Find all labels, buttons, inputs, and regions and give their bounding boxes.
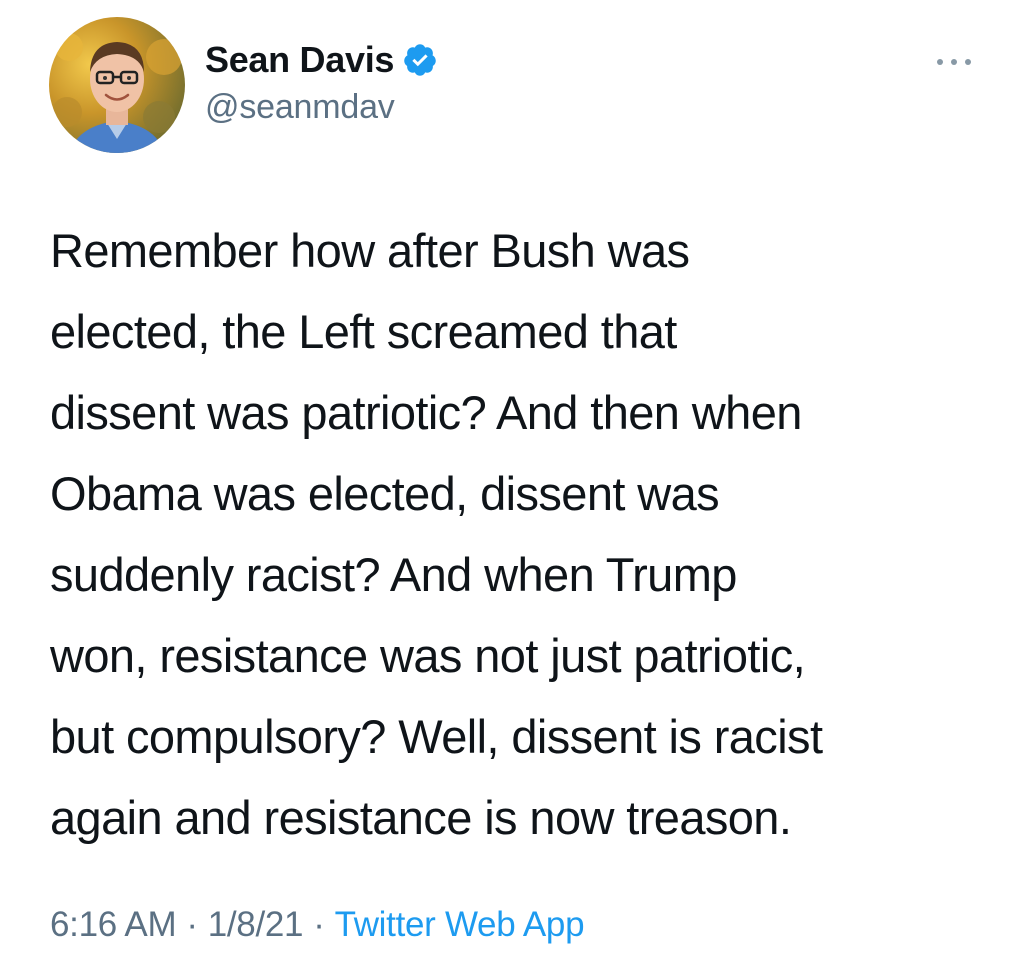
name-row: Sean Davis bbox=[205, 38, 438, 82]
user-handle[interactable]: @seanmdav bbox=[205, 88, 438, 127]
tweet-text-line: Obama was elected, dissent was bbox=[50, 467, 720, 520]
tweet-date[interactable]: 1/8/21 bbox=[208, 905, 304, 944]
user-info: Sean Davis @seanmdav bbox=[205, 38, 438, 127]
tweet-text: Remember how after Bush was elected, the… bbox=[50, 210, 990, 858]
tweet-time[interactable]: 6:16 AM bbox=[50, 905, 177, 944]
meta-separator: · bbox=[186, 905, 198, 944]
more-options-button[interactable] bbox=[930, 50, 978, 74]
meta-separator: · bbox=[313, 905, 325, 944]
verified-badge-icon bbox=[402, 42, 438, 78]
tweet-text-line: dissent was patriotic? And then when bbox=[50, 386, 802, 439]
tweet-text-line: won, resistance was not just patriotic, bbox=[50, 629, 806, 682]
more-horizontal-icon bbox=[937, 59, 971, 65]
tweet-text-line: suddenly racist? And when Trump bbox=[50, 548, 737, 601]
avatar[interactable] bbox=[49, 17, 185, 153]
tweet-text-line: elected, the Left screamed that bbox=[50, 305, 677, 358]
tweet-metadata: 6:16 AM · 1/8/21 · Twitter Web App bbox=[50, 905, 585, 945]
tweet-text-line: again and resistance is now treason. bbox=[50, 791, 792, 844]
avatar-photo bbox=[49, 17, 185, 153]
tweet-text-line: but compulsory? Well, dissent is racist bbox=[50, 710, 823, 763]
display-name[interactable]: Sean Davis bbox=[205, 39, 394, 81]
tweet-source-link[interactable]: Twitter Web App bbox=[335, 905, 585, 944]
tweet-text-line: Remember how after Bush was bbox=[50, 224, 690, 277]
